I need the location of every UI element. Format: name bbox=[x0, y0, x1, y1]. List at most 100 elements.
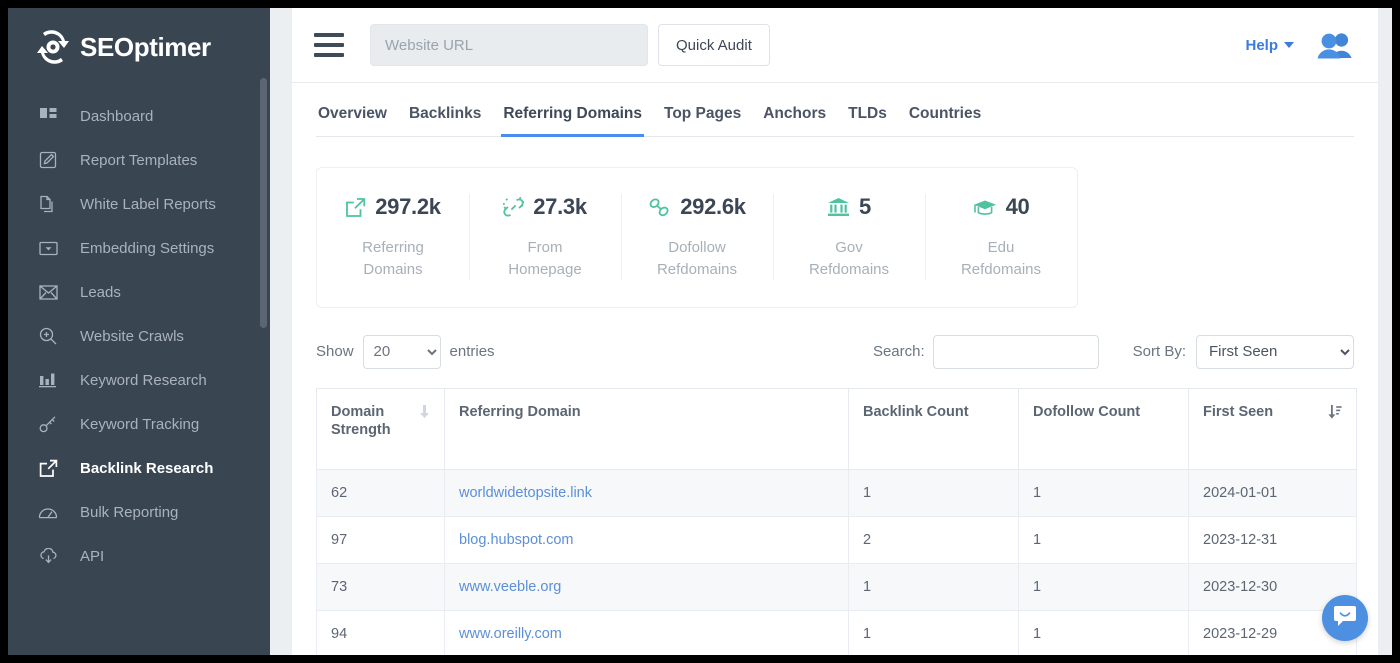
sidebar-item-label: Website Crawls bbox=[80, 328, 184, 345]
table-controls: Show 201050100 entries Search: Sort By: … bbox=[316, 332, 1354, 372]
speedometer-icon bbox=[38, 502, 58, 522]
sort-descending-icon bbox=[419, 403, 430, 423]
hamburger-menu-icon[interactable] bbox=[314, 33, 344, 57]
sidebar-scrollbar[interactable] bbox=[260, 78, 267, 488]
column-header-dofollow-count[interactable]: Dofollow Count bbox=[1019, 388, 1189, 469]
cell-domain-strength: 97 bbox=[317, 516, 445, 563]
sidebar-item-label: Report Templates bbox=[80, 152, 197, 169]
sidebar-scrollbar-thumb[interactable] bbox=[260, 78, 267, 328]
stat-label: GovRefdomains bbox=[781, 237, 917, 281]
cell-backlink-count: 1 bbox=[849, 610, 1019, 655]
cell-dofollow-count: 1 bbox=[1019, 563, 1189, 610]
sidebar-item-label: Leads bbox=[80, 284, 121, 301]
brand-logo[interactable]: SEOptimer bbox=[8, 8, 270, 86]
copy-documents-icon bbox=[38, 194, 58, 214]
sidebar-nav: Dashboard Report Templates White Label R… bbox=[8, 86, 270, 578]
sidebar-item-label: Bulk Reporting bbox=[80, 504, 178, 521]
cell-domain-strength: 73 bbox=[317, 563, 445, 610]
tab-anchors[interactable]: Anchors bbox=[761, 105, 828, 137]
stat-value: 27.3k bbox=[533, 194, 587, 220]
tab-backlinks[interactable]: Backlinks bbox=[407, 105, 483, 137]
chat-bubble-icon bbox=[1333, 605, 1357, 632]
tab-countries[interactable]: Countries bbox=[907, 105, 983, 137]
column-header-domain-strength[interactable]: DomainStrength bbox=[317, 388, 445, 469]
stat-referring-domains: 297.2k ReferringDomains bbox=[317, 190, 469, 281]
stats-summary-card: 297.2k ReferringDomains bbox=[316, 167, 1078, 308]
table-header-row: DomainStrength Referring Domain bbox=[317, 388, 1357, 469]
brand-name: SEOptimer bbox=[80, 32, 211, 63]
sidebar-item-leads[interactable]: Leads bbox=[8, 270, 270, 314]
users-account-icon[interactable] bbox=[1316, 31, 1354, 59]
entries-label: entries bbox=[450, 343, 495, 360]
column-header-first-seen[interactable]: First Seen bbox=[1189, 388, 1357, 469]
broken-link-icon bbox=[503, 197, 524, 218]
sort-by-select[interactable]: First SeenDomain StrengthBacklink CountD… bbox=[1196, 335, 1354, 369]
show-entries-label: Show bbox=[316, 343, 354, 360]
envelope-icon bbox=[38, 282, 58, 302]
help-label: Help bbox=[1245, 37, 1278, 54]
sidebar-item-keyword-research[interactable]: Keyword Research bbox=[8, 358, 270, 402]
referring-domains-table: DomainStrength Referring Domain bbox=[316, 388, 1357, 656]
content-card: Quick Audit Help bbox=[292, 8, 1378, 655]
cell-dofollow-count: 1 bbox=[1019, 469, 1189, 516]
website-url-input[interactable] bbox=[370, 24, 648, 66]
stat-edu-refdomains: 40 EduRefdomains bbox=[925, 190, 1077, 281]
show-entries-select[interactable]: 201050100 bbox=[363, 335, 441, 369]
sidebar: SEOptimer Dashboard Report Templates bbox=[8, 8, 270, 655]
cell-referring-domain-link[interactable]: worldwidetopsite.link bbox=[445, 469, 849, 516]
sidebar-item-report-templates[interactable]: Report Templates bbox=[8, 138, 270, 182]
pencil-document-icon bbox=[38, 150, 58, 170]
app-viewport: SEOptimer Dashboard Report Templates bbox=[8, 8, 1392, 655]
sidebar-item-keyword-tracking[interactable]: Keyword Tracking bbox=[8, 402, 270, 446]
cell-referring-domain-link[interactable]: www.oreilly.com bbox=[445, 610, 849, 655]
cell-dofollow-count: 1 bbox=[1019, 516, 1189, 563]
sidebar-item-website-crawls[interactable]: Website Crawls bbox=[8, 314, 270, 358]
graduation-cap-icon bbox=[973, 198, 997, 217]
stat-from-homepage: 27.3k FromHomepage bbox=[469, 190, 621, 281]
stat-dofollow-refdomains: 292.6k DofollowRefdomains bbox=[621, 190, 773, 281]
sort-descending-active-icon bbox=[1328, 403, 1342, 423]
magnifier-plus-icon bbox=[38, 326, 58, 346]
table-row: 94 www.oreilly.com 1 1 2023-12-29 bbox=[317, 610, 1357, 655]
browser-frame: SEOptimer Dashboard Report Templates bbox=[0, 0, 1400, 663]
sidebar-item-label: White Label Reports bbox=[80, 196, 216, 213]
sidebar-item-api[interactable]: API bbox=[8, 534, 270, 578]
sidebar-item-backlink-research[interactable]: Backlink Research bbox=[8, 446, 270, 490]
tab-referring-domains[interactable]: Referring Domains bbox=[501, 105, 644, 137]
help-menu[interactable]: Help bbox=[1245, 37, 1294, 54]
search-input[interactable] bbox=[933, 335, 1099, 369]
quick-audit-button[interactable]: Quick Audit bbox=[658, 24, 770, 66]
cell-backlink-count: 1 bbox=[849, 563, 1019, 610]
main-area: Quick Audit Help bbox=[270, 8, 1392, 655]
sidebar-item-dashboard[interactable]: Dashboard bbox=[8, 94, 270, 138]
tab-tlds[interactable]: TLDs bbox=[846, 105, 889, 137]
tab-overview[interactable]: Overview bbox=[316, 105, 389, 137]
table-row: 62 worldwidetopsite.link 1 1 2024-01-01 bbox=[317, 469, 1357, 516]
cell-first-seen: 2023-12-31 bbox=[1189, 516, 1357, 563]
sidebar-item-label: Keyword Research bbox=[80, 372, 207, 389]
chat-widget-button[interactable] bbox=[1322, 595, 1368, 641]
table-head: DomainStrength Referring Domain bbox=[317, 388, 1357, 469]
column-header-referring-domain[interactable]: Referring Domain bbox=[445, 388, 849, 469]
column-header-backlink-count[interactable]: Backlink Count bbox=[849, 388, 1019, 469]
stat-label: EduRefdomains bbox=[933, 237, 1069, 281]
cell-referring-domain-link[interactable]: blog.hubspot.com bbox=[445, 516, 849, 563]
topbar: Quick Audit Help bbox=[292, 8, 1378, 83]
gear-refresh-logo-icon bbox=[36, 30, 70, 64]
cell-first-seen: 2024-01-01 bbox=[1189, 469, 1357, 516]
bank-building-icon bbox=[827, 197, 850, 217]
sidebar-item-embedding-settings[interactable]: Embedding Settings bbox=[8, 226, 270, 270]
tab-top-pages[interactable]: Top Pages bbox=[662, 105, 743, 137]
cell-referring-domain-link[interactable]: www.veeble.org bbox=[445, 563, 849, 610]
stat-gov-refdomains: 5 GovRefdomains bbox=[773, 190, 925, 281]
stat-value: 40 bbox=[1006, 194, 1030, 220]
dashboard-grid-icon bbox=[38, 106, 58, 126]
key-icon bbox=[38, 414, 58, 434]
cell-domain-strength: 62 bbox=[317, 469, 445, 516]
sidebar-item-white-label-reports[interactable]: White Label Reports bbox=[8, 182, 270, 226]
sidebar-item-bulk-reporting[interactable]: Bulk Reporting bbox=[8, 490, 270, 534]
cell-backlink-count: 1 bbox=[849, 469, 1019, 516]
bar-chart-icon bbox=[38, 370, 58, 390]
search-group: Search: bbox=[873, 335, 1099, 369]
topbar-right: Help bbox=[1245, 31, 1354, 59]
